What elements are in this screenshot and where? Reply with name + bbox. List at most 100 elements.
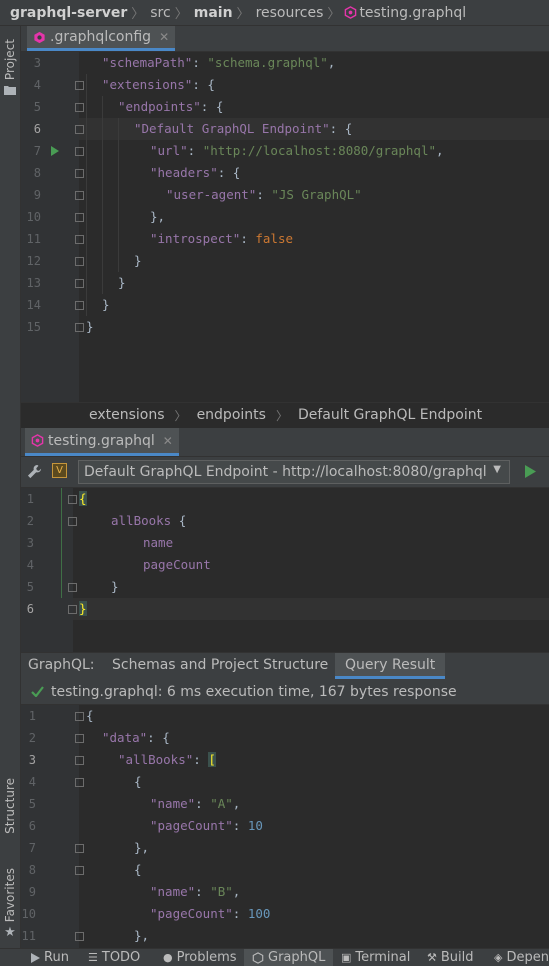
change-marker [61, 488, 62, 598]
fold-icon[interactable] [75, 256, 84, 266]
close-icon[interactable]: ✕ [163, 434, 173, 448]
line-number: 2 [26, 514, 34, 528]
line-number: 4 [26, 558, 34, 572]
result-tab-bar: GraphQL: Schemas and Project Structure Q… [21, 652, 549, 679]
code-line: }, [134, 925, 149, 947]
breadcrumb-file[interactable]: testing.graphql [357, 5, 468, 21]
fold-icon[interactable] [68, 604, 77, 614]
code-line: name [143, 532, 173, 554]
editor-breadcrumb-item[interactable]: Default GraphQL Endpoint [298, 407, 482, 423]
dependencies-tool-button[interactable]: ◈ Depen [494, 949, 549, 966]
endpoint-select[interactable]: Default GraphQL Endpoint - http://localh… [78, 460, 510, 484]
chevron-right-icon: 〉 [236, 7, 250, 22]
fold-icon[interactable] [75, 212, 84, 222]
fold-icon[interactable] [68, 516, 77, 526]
chevron-right-icon: 〉 [131, 7, 145, 22]
fold-icon[interactable] [75, 278, 84, 288]
build-tool-button[interactable]: ⚒ Build [427, 949, 474, 966]
editor-breadcrumb-item[interactable]: endpoints [197, 407, 266, 423]
code-token: : [192, 55, 208, 70]
code-token: "endpoints" [118, 99, 201, 114]
fold-icon[interactable] [75, 843, 84, 853]
fold-icon[interactable] [75, 102, 84, 112]
code-token: : [193, 752, 209, 767]
terminal-tool-button[interactable]: ▣ Terminal [341, 949, 410, 966]
fold-icon[interactable] [75, 168, 84, 178]
run-query-icon[interactable] [524, 465, 536, 478]
project-tool-label: Project [3, 39, 17, 81]
wrench-icon[interactable] [27, 464, 42, 479]
tab-testing-graphql[interactable]: testing.graphql ✕ [25, 428, 179, 456]
code-line: }, [134, 837, 149, 859]
breadcrumb-resources[interactable]: resources [254, 5, 326, 21]
line-number: 4 [33, 78, 41, 92]
code-token: , [232, 796, 241, 811]
editor-breadcrumb-item[interactable]: extensions [89, 407, 165, 423]
fold-icon[interactable] [75, 124, 84, 134]
chevron-right-icon: 〉 [327, 7, 341, 22]
line-number: 3 [33, 56, 41, 70]
fold-icon[interactable] [75, 190, 84, 200]
fold-icon[interactable] [75, 755, 84, 765]
variables-badge[interactable]: V [52, 463, 67, 478]
fold-icon[interactable] [75, 322, 84, 332]
fold-icon[interactable] [75, 300, 84, 310]
query-editor[interactable] [21, 488, 549, 652]
fold-icon[interactable] [75, 931, 84, 941]
line-number: 1 [28, 709, 36, 723]
code-token: "Default GraphQL Endpoint" [134, 121, 330, 136]
code-token: allBooks [111, 513, 172, 528]
fold-icon[interactable] [68, 582, 77, 592]
code-token: "headers" [150, 165, 218, 180]
problems-tool-button[interactable]: ● Problems [163, 949, 237, 966]
code-token: name [143, 535, 174, 550]
code-token: "extensions" [102, 77, 193, 92]
tab-schemas-project-structure[interactable]: Schemas and Project Structure [112, 657, 328, 673]
line-number: 15 [26, 320, 41, 334]
graphql-tool-button[interactable]: GraphQL [244, 949, 334, 966]
fold-icon[interactable] [75, 733, 84, 743]
code-token: 10 [247, 818, 263, 833]
result-editor[interactable] [21, 705, 549, 948]
project-tool-tab[interactable]: Project [0, 32, 20, 102]
code-token: { [86, 708, 94, 723]
tab-graphqlconfig[interactable]: .graphqlconfig ✕ [27, 26, 176, 51]
indent-guide [102, 96, 103, 294]
tab-label: testing.graphql [48, 432, 155, 449]
run-tool-button[interactable]: Run [31, 949, 69, 966]
fold-icon[interactable] [75, 146, 84, 156]
indent-guide [86, 74, 87, 316]
code-token: "B" [210, 884, 233, 899]
code-line: "allBooks": [ [118, 749, 216, 771]
code-line: { [134, 771, 142, 793]
fold-icon[interactable] [75, 865, 84, 875]
tab-query-result[interactable]: Query Result [335, 653, 446, 679]
breadcrumb-project[interactable]: graphql-server [8, 5, 129, 21]
build-label: Build [440, 950, 474, 965]
code-token: : [232, 906, 248, 921]
code-token: "A" [210, 796, 233, 811]
close-icon[interactable]: ✕ [159, 30, 169, 44]
fold-icon[interactable] [68, 494, 77, 504]
breadcrumb-src[interactable]: src [148, 5, 172, 21]
code-line: { [79, 488, 87, 510]
code-token: { [171, 513, 187, 528]
fold-icon[interactable] [75, 80, 84, 90]
code-line: } [118, 272, 126, 294]
line-number: 9 [33, 188, 41, 202]
code-token: : [240, 231, 256, 246]
run-line-icon[interactable] [51, 146, 59, 156]
fold-icon[interactable] [75, 234, 84, 244]
code-token: "pageCount" [150, 818, 233, 833]
code-token: "pageCount" [150, 906, 233, 921]
code-token: : { [147, 730, 170, 745]
fold-icon[interactable] [75, 711, 84, 721]
code-token: } [86, 319, 94, 334]
checkmark-icon [31, 686, 44, 697]
code-line: "data": { [102, 727, 170, 749]
code-line: "introspect": false [150, 228, 293, 250]
fold-icon[interactable] [75, 777, 84, 787]
todo-tool-button[interactable]: ☰ TODO [88, 949, 140, 966]
code-line: "pageCount": 10 [150, 815, 263, 837]
breadcrumb-main[interactable]: main [192, 5, 235, 21]
